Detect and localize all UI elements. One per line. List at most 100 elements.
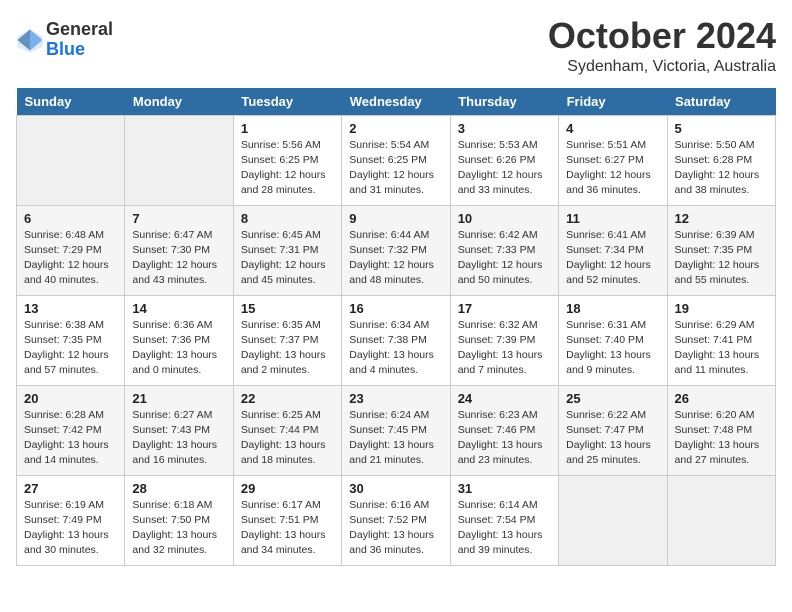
- calendar-cell: 11 Sunrise: 6:41 AM Sunset: 7:34 PM Dayli…: [559, 205, 667, 295]
- day-number: 10: [458, 211, 551, 226]
- calendar-cell: 16Sunrise: 6:34 AM Sunset: 7:38 PM Dayli…: [342, 295, 450, 385]
- calendar-cell: 22 Sunrise: 6:25 AM Sunset: 7:44 PM Dayli…: [233, 385, 341, 475]
- day-number: 14: [132, 301, 225, 316]
- weekday-header-row: SundayMondayTuesdayWednesdayThursdayFrid…: [17, 88, 776, 116]
- page-header: General Blue October 2024 Sydenham, Vict…: [16, 16, 776, 76]
- calendar-cell: 1 Sunrise: 5:56 AM Sunset: 6:25 PM Daylig…: [233, 115, 341, 205]
- day-info: Sunrise: 5:54 AM Sunset: 6:25 PM Dayligh…: [349, 138, 442, 199]
- day-number: 20: [24, 391, 117, 406]
- day-info: Sunrise: 6:44 AM Sunset: 7:32 PM Dayligh…: [349, 228, 442, 289]
- day-number: 25: [566, 391, 659, 406]
- logo-text: General Blue: [46, 20, 113, 60]
- day-info: Sunrise: 6:22 AM Sunset: 7:47 PM Dayligh…: [566, 408, 659, 469]
- logo: General Blue: [16, 20, 113, 60]
- day-info: Sunrise: 6:27 AM Sunset: 7:43 PM Dayligh…: [132, 408, 225, 469]
- day-info: Sunrise: 6:31 AM Sunset: 7:40 PM Dayligh…: [566, 318, 659, 379]
- calendar-cell: 17 Sunrise: 6:32 AM Sunset: 7:39 PM Dayli…: [450, 295, 558, 385]
- calendar-cell: 21 Sunrise: 6:27 AM Sunset: 7:43 PM Dayli…: [125, 385, 233, 475]
- calendar-cell: 18Sunrise: 6:31 AM Sunset: 7:40 PM Dayli…: [559, 295, 667, 385]
- month-title: October 2024: [548, 16, 776, 56]
- day-info: Sunrise: 6:25 AM Sunset: 7:44 PM Dayligh…: [241, 408, 334, 469]
- day-number: 23: [349, 391, 442, 406]
- day-number: 12: [675, 211, 768, 226]
- day-number: 21: [132, 391, 225, 406]
- day-info: Sunrise: 6:29 AM Sunset: 7:41 PM Dayligh…: [675, 318, 768, 379]
- day-number: 11: [566, 211, 659, 226]
- day-info: Sunrise: 5:50 AM Sunset: 6:28 PM Dayligh…: [675, 138, 768, 199]
- day-number: 24: [458, 391, 551, 406]
- calendar-cell: [17, 115, 125, 205]
- day-info: Sunrise: 6:42 AM Sunset: 7:33 PM Dayligh…: [458, 228, 551, 289]
- day-info: Sunrise: 6:38 AM Sunset: 7:35 PM Dayligh…: [24, 318, 117, 379]
- week-row-4: 20 Sunrise: 6:28 AM Sunset: 7:42 PM Dayli…: [17, 385, 776, 475]
- day-info: Sunrise: 5:51 AM Sunset: 6:27 PM Dayligh…: [566, 138, 659, 199]
- day-info: Sunrise: 6:20 AM Sunset: 7:48 PM Dayligh…: [675, 408, 768, 469]
- calendar-cell: 20 Sunrise: 6:28 AM Sunset: 7:42 PM Dayli…: [17, 385, 125, 475]
- day-number: 17: [458, 301, 551, 316]
- day-info: Sunrise: 6:17 AM Sunset: 7:51 PM Dayligh…: [241, 498, 334, 559]
- day-number: 22: [241, 391, 334, 406]
- calendar-cell: 10 Sunrise: 6:42 AM Sunset: 7:33 PM Dayli…: [450, 205, 558, 295]
- week-row-5: 27 Sunrise: 6:19 AM Sunset: 7:49 PM Dayli…: [17, 475, 776, 565]
- calendar-cell: 24 Sunrise: 6:23 AM Sunset: 7:46 PM Dayli…: [450, 385, 558, 475]
- weekday-header-saturday: Saturday: [667, 88, 775, 116]
- calendar-cell: [667, 475, 775, 565]
- day-info: Sunrise: 6:39 AM Sunset: 7:35 PM Dayligh…: [675, 228, 768, 289]
- day-info: Sunrise: 6:41 AM Sunset: 7:34 PM Dayligh…: [566, 228, 659, 289]
- day-number: 26: [675, 391, 768, 406]
- day-info: Sunrise: 6:32 AM Sunset: 7:39 PM Dayligh…: [458, 318, 551, 379]
- location: Sydenham, Victoria, Australia: [548, 58, 776, 76]
- calendar-cell: 3Sunrise: 5:53 AM Sunset: 6:26 PM Daylig…: [450, 115, 558, 205]
- calendar-cell: 14 Sunrise: 6:36 AM Sunset: 7:36 PM Dayli…: [125, 295, 233, 385]
- day-info: Sunrise: 6:23 AM Sunset: 7:46 PM Dayligh…: [458, 408, 551, 469]
- logo-blue: Blue: [46, 40, 113, 60]
- day-number: 9: [349, 211, 442, 226]
- day-info: Sunrise: 6:45 AM Sunset: 7:31 PM Dayligh…: [241, 228, 334, 289]
- day-info: Sunrise: 5:56 AM Sunset: 6:25 PM Dayligh…: [241, 138, 334, 199]
- weekday-header-monday: Monday: [125, 88, 233, 116]
- day-number: 7: [132, 211, 225, 226]
- day-info: Sunrise: 6:28 AM Sunset: 7:42 PM Dayligh…: [24, 408, 117, 469]
- day-number: 2: [349, 121, 442, 136]
- day-number: 31: [458, 481, 551, 496]
- day-info: Sunrise: 6:19 AM Sunset: 7:49 PM Dayligh…: [24, 498, 117, 559]
- calendar-cell: 12 Sunrise: 6:39 AM Sunset: 7:35 PM Dayli…: [667, 205, 775, 295]
- day-number: 5: [675, 121, 768, 136]
- day-number: 13: [24, 301, 117, 316]
- calendar-cell: 6 Sunrise: 6:48 AM Sunset: 7:29 PM Daylig…: [17, 205, 125, 295]
- calendar-cell: 28Sunrise: 6:18 AM Sunset: 7:50 PM Dayli…: [125, 475, 233, 565]
- calendar-cell: 15 Sunrise: 6:35 AM Sunset: 7:37 PM Dayli…: [233, 295, 341, 385]
- day-info: Sunrise: 6:36 AM Sunset: 7:36 PM Dayligh…: [132, 318, 225, 379]
- day-number: 19: [675, 301, 768, 316]
- day-info: Sunrise: 6:35 AM Sunset: 7:37 PM Dayligh…: [241, 318, 334, 379]
- day-number: 4: [566, 121, 659, 136]
- day-number: 1: [241, 121, 334, 136]
- day-number: 16: [349, 301, 442, 316]
- weekday-header-thursday: Thursday: [450, 88, 558, 116]
- day-number: 3: [458, 121, 551, 136]
- day-number: 27: [24, 481, 117, 496]
- week-row-2: 6 Sunrise: 6:48 AM Sunset: 7:29 PM Daylig…: [17, 205, 776, 295]
- day-info: Sunrise: 6:16 AM Sunset: 7:52 PM Dayligh…: [349, 498, 442, 559]
- calendar-cell: 31 Sunrise: 6:14 AM Sunset: 7:54 PM Dayli…: [450, 475, 558, 565]
- day-info: Sunrise: 6:14 AM Sunset: 7:54 PM Dayligh…: [458, 498, 551, 559]
- calendar-cell: 19 Sunrise: 6:29 AM Sunset: 7:41 PM Dayli…: [667, 295, 775, 385]
- calendar-cell: 25 Sunrise: 6:22 AM Sunset: 7:47 PM Dayli…: [559, 385, 667, 475]
- calendar-cell: 30 Sunrise: 6:16 AM Sunset: 7:52 PM Dayli…: [342, 475, 450, 565]
- week-row-1: 1 Sunrise: 5:56 AM Sunset: 6:25 PM Daylig…: [17, 115, 776, 205]
- title-block: October 2024 Sydenham, Victoria, Austral…: [548, 16, 776, 76]
- calendar-cell: 2 Sunrise: 5:54 AM Sunset: 6:25 PM Daylig…: [342, 115, 450, 205]
- calendar-cell: 13 Sunrise: 6:38 AM Sunset: 7:35 PM Dayli…: [17, 295, 125, 385]
- day-number: 29: [241, 481, 334, 496]
- weekday-header-wednesday: Wednesday: [342, 88, 450, 116]
- day-number: 30: [349, 481, 442, 496]
- day-number: 6: [24, 211, 117, 226]
- logo-general: General: [46, 20, 113, 40]
- day-info: Sunrise: 6:48 AM Sunset: 7:29 PM Dayligh…: [24, 228, 117, 289]
- day-info: Sunrise: 6:24 AM Sunset: 7:45 PM Dayligh…: [349, 408, 442, 469]
- day-number: 15: [241, 301, 334, 316]
- calendar-cell: [125, 115, 233, 205]
- logo-icon: [16, 26, 44, 54]
- calendar-cell: 27 Sunrise: 6:19 AM Sunset: 7:49 PM Dayli…: [17, 475, 125, 565]
- calendar-cell: 5 Sunrise: 5:50 AM Sunset: 6:28 PM Daylig…: [667, 115, 775, 205]
